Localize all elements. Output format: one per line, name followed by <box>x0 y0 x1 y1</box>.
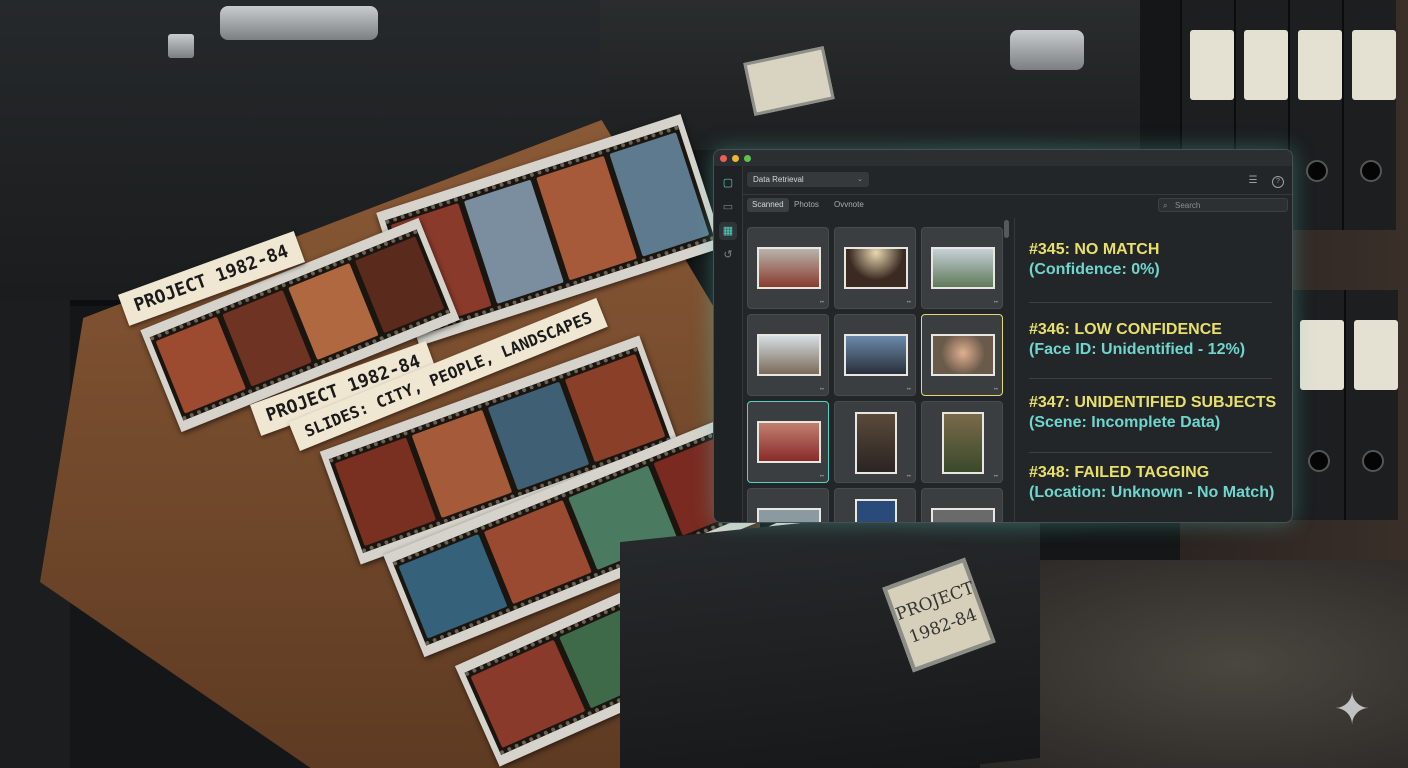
sparkle-icon: ✦ <box>1333 685 1371 734</box>
result-item: #347: UNIDENTIFIED SUBJECTS (Scene: Inco… <box>1029 393 1282 433</box>
search-input[interactable]: ⌕ Search <box>1158 198 1288 212</box>
photo-thumbnail[interactable]: •• <box>834 227 916 309</box>
filter-list-icon[interactable]: ☰ <box>1246 174 1260 188</box>
search-placeholder: Search <box>1175 201 1201 210</box>
close-window-icon[interactable] <box>720 155 727 162</box>
cabinet-handle-right <box>1010 30 1084 70</box>
result-item: #345: NO MATCH (Confidence: 0%) <box>1029 240 1282 280</box>
floor <box>980 560 1408 768</box>
photo-thumbnail[interactable] <box>921 488 1003 522</box>
result-detail: (Face ID: Unidentified - 12%) <box>1029 341 1246 358</box>
title-bar <box>714 150 1292 166</box>
tab-scanned[interactable]: Scanned <box>747 198 789 212</box>
result-item: #346: LOW CONFIDENCE (Face ID: Unidentif… <box>1029 320 1282 360</box>
result-title: #345: NO MATCH <box>1029 241 1160 258</box>
divider <box>1029 302 1272 303</box>
search-icon: ⌕ <box>1163 201 1168 210</box>
result-title: #348: FAILED TAGGING <box>1029 464 1210 481</box>
toolbar: Data Retrieval ⌄ ☰ ? <box>743 166 1292 195</box>
result-detail: (Location: Unknown - No Match) <box>1029 484 1275 501</box>
result-title: #347: UNIDENTIFIED SUBJECTS <box>1029 394 1277 411</box>
photo-thumbnail[interactable]: •• <box>921 227 1003 309</box>
photo-thumbnail[interactable] <box>834 488 916 522</box>
grid-scrollbar[interactable] <box>1004 220 1009 238</box>
divider <box>1029 378 1272 379</box>
photo-thumbnail[interactable]: •• <box>834 314 916 396</box>
result-detail: (Confidence: 0%) <box>1029 261 1160 278</box>
history-icon[interactable]: ↺ <box>719 246 737 264</box>
tab-ovvnote[interactable]: Ovvnote <box>829 198 869 212</box>
result-title: #346: LOW CONFIDENCE <box>1029 321 1222 338</box>
cabinet-handle <box>220 6 378 40</box>
divider <box>1029 452 1272 453</box>
result-detail: (Scene: Incomplete Data) <box>1029 414 1221 431</box>
chevron-down-icon: ⌄ <box>857 176 863 183</box>
minimize-window-icon[interactable] <box>732 155 739 162</box>
photo-thumbnail[interactable]: •• <box>921 401 1003 483</box>
photo-thumbnail[interactable]: •• <box>747 227 829 309</box>
results-panel: #345: NO MATCH (Confidence: 0%) #346: LO… <box>1014 218 1292 522</box>
table-icon[interactable]: ▦ <box>719 222 737 240</box>
maximize-window-icon[interactable] <box>744 155 751 162</box>
cabinet-lock <box>168 34 194 58</box>
app-window: ▢ ▭ ▦ ↺ Data Retrieval ⌄ ☰ ? Scanned Pho… <box>713 149 1293 523</box>
workspace-dropdown[interactable]: Data Retrieval ⌄ <box>747 172 869 187</box>
tab-bar: Scanned Photos Ovvnote ⌕ Search <box>743 195 1292 217</box>
workspace-dropdown-label: Data Retrieval <box>753 175 804 184</box>
photo-thumbnail[interactable]: •• <box>834 401 916 483</box>
result-item: #348: FAILED TAGGING (Location: Unknown … <box>1029 463 1282 503</box>
photo-thumbnail-selected[interactable]: •• <box>747 401 829 483</box>
tab-photos[interactable]: Photos <box>789 198 824 212</box>
help-icon[interactable]: ? <box>1272 176 1284 188</box>
square-icon[interactable]: ▢ <box>719 174 737 192</box>
photo-thumbnail[interactable] <box>747 488 829 522</box>
photo-grid: •• •• •• •• •• •• •• •• •• <box>743 218 1003 522</box>
photo-thumbnail[interactable]: •• <box>747 314 829 396</box>
folder-icon[interactable]: ▭ <box>719 198 737 216</box>
photo-thumbnail-low-confidence[interactable]: •• <box>921 314 1003 396</box>
sidebar-rail: ▢ ▭ ▦ ↺ <box>714 166 743 522</box>
